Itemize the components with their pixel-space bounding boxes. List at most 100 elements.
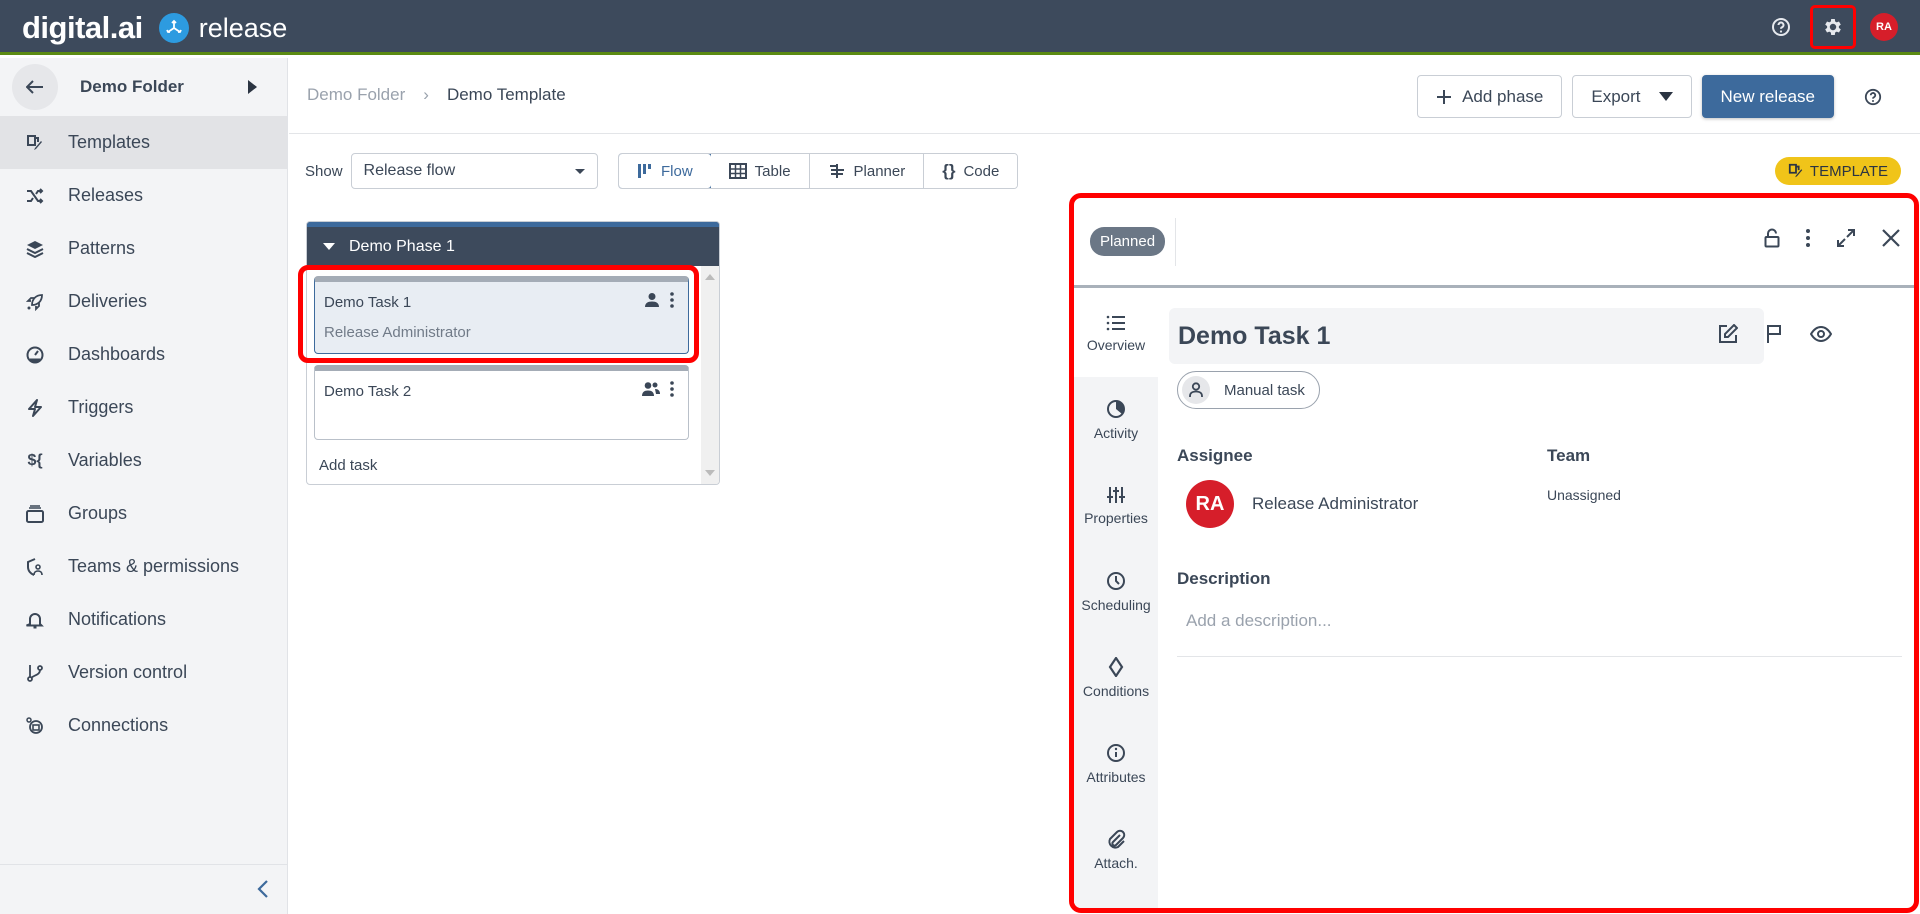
phase-column: Demo Phase 1 Demo Task 1 Release Adminis… bbox=[306, 221, 720, 485]
tab-attachments[interactable]: Attach. bbox=[1074, 807, 1158, 893]
caret-right-icon[interactable] bbox=[248, 80, 257, 94]
tab-scheduling[interactable]: Scheduling bbox=[1074, 549, 1158, 635]
arrow-left-icon bbox=[26, 80, 43, 94]
edit-icon[interactable] bbox=[1718, 324, 1738, 344]
add-task-link[interactable]: Add task bbox=[319, 457, 377, 474]
new-release-label: New release bbox=[1720, 86, 1816, 106]
sidebar-item-label: Teams & permissions bbox=[68, 556, 240, 576]
tab-overview[interactable]: Overview bbox=[1074, 291, 1158, 377]
sidebar-item-connections[interactable]: Connections bbox=[0, 699, 287, 752]
tab-conditions[interactable]: Conditions bbox=[1074, 635, 1158, 721]
flag-icon[interactable] bbox=[1766, 324, 1782, 344]
sidebar-item-templates[interactable]: Templates bbox=[0, 116, 287, 169]
export-button[interactable]: Export bbox=[1572, 75, 1692, 118]
breadcrumb: Demo Folder › Demo Template bbox=[307, 85, 566, 105]
sidebar-item-label: Dashboards bbox=[68, 344, 166, 364]
more-vertical-icon[interactable] bbox=[670, 292, 674, 308]
team-value[interactable]: Unassigned bbox=[1547, 487, 1621, 503]
breadcrumb-current: Demo Template bbox=[446, 85, 566, 104]
sidebar-item-patterns[interactable]: Patterns bbox=[0, 222, 287, 275]
tab-properties[interactable]: Properties bbox=[1074, 463, 1158, 549]
settings-button[interactable] bbox=[1810, 5, 1856, 49]
help-icon[interactable] bbox=[1858, 82, 1888, 112]
more-vertical-icon[interactable] bbox=[1806, 229, 1810, 247]
info-icon bbox=[1107, 744, 1125, 762]
tab-label: Scheduling bbox=[1081, 597, 1151, 613]
tab-label: Attach. bbox=[1094, 855, 1138, 871]
sidebar-item-label: Deliveries bbox=[68, 291, 148, 311]
sidebar-item-groups[interactable]: Groups bbox=[0, 487, 287, 540]
layers-icon bbox=[24, 238, 46, 260]
sidebar-item-dashboards[interactable]: Dashboards bbox=[0, 328, 287, 381]
logo[interactable]: digital.ai release bbox=[22, 10, 287, 46]
users-icon bbox=[642, 382, 660, 396]
paperclip-icon bbox=[1108, 829, 1126, 849]
collapse-triangle-icon[interactable] bbox=[323, 243, 335, 250]
show-select-value: Release flow bbox=[363, 162, 456, 179]
team-label: Team bbox=[1547, 446, 1591, 465]
task-card[interactable]: Demo Task 2 bbox=[314, 365, 689, 440]
header-actions: Add phase Export New release bbox=[1417, 75, 1888, 118]
tab-activity[interactable]: Activity bbox=[1074, 377, 1158, 463]
show-select[interactable]: Release flow bbox=[350, 153, 598, 189]
sidebar-item-notifications[interactable]: Notifications bbox=[0, 593, 287, 646]
plus-icon bbox=[1437, 89, 1452, 104]
new-release-button[interactable]: New release bbox=[1701, 75, 1834, 118]
unlock-icon[interactable] bbox=[1764, 228, 1780, 248]
top-bar: digital.ai release RA bbox=[0, 0, 1920, 55]
product-name: release bbox=[198, 12, 288, 43]
assignee-field[interactable]: RA Release Administrator bbox=[1186, 480, 1418, 528]
templates-icon bbox=[1788, 163, 1803, 178]
sidebar-item-variables[interactable]: ${ Variables bbox=[0, 434, 287, 487]
user-outline-icon bbox=[1182, 376, 1210, 404]
phase-header[interactable]: Demo Phase 1 bbox=[307, 222, 719, 266]
sidebar-item-teams-permissions[interactable]: Teams & permissions bbox=[0, 540, 287, 593]
task-assignee: Release Administrator bbox=[324, 324, 471, 341]
flow-icon bbox=[638, 164, 651, 178]
sidebar-item-deliveries[interactable]: Deliveries bbox=[0, 275, 287, 328]
view-planner-button[interactable]: Planner bbox=[809, 154, 925, 188]
sidebar-item-label: Connections bbox=[68, 715, 169, 735]
collapse-sidebar-button[interactable] bbox=[0, 864, 287, 914]
code-icon: {} bbox=[942, 161, 956, 180]
sidebar-item-version-control[interactable]: Version control bbox=[0, 646, 287, 699]
folder-name[interactable]: Demo Folder bbox=[80, 77, 248, 97]
groups-icon bbox=[24, 503, 46, 525]
bell-icon bbox=[24, 609, 46, 631]
breadcrumb-parent[interactable]: Demo Folder bbox=[307, 85, 405, 105]
eye-icon[interactable] bbox=[1810, 326, 1832, 342]
add-phase-button[interactable]: Add phase bbox=[1417, 75, 1563, 118]
sidebar-item-label: Triggers bbox=[68, 397, 134, 417]
view-table-button[interactable]: Table bbox=[710, 154, 810, 188]
tab-attributes[interactable]: Attributes bbox=[1074, 721, 1158, 807]
tab-label: Properties bbox=[1084, 510, 1148, 526]
sidebar-item-label: Variables bbox=[68, 450, 142, 470]
expand-icon[interactable] bbox=[1836, 228, 1856, 248]
header-divider bbox=[289, 133, 1920, 134]
task-title-field[interactable]: Demo Task 1 bbox=[1169, 308, 1764, 364]
sidebar-item-triggers[interactable]: Triggers bbox=[0, 381, 287, 434]
planner-icon bbox=[829, 164, 844, 178]
caret-down-icon bbox=[1658, 92, 1673, 101]
user-avatar[interactable]: RA bbox=[1870, 13, 1898, 41]
release-logo-icon bbox=[158, 13, 189, 43]
description-input[interactable]: Add a description... bbox=[1177, 609, 1902, 657]
view-flow-button[interactable]: Flow bbox=[619, 154, 712, 188]
branch-icon bbox=[24, 662, 46, 684]
close-icon[interactable] bbox=[1882, 229, 1900, 247]
task-name: Demo Task 2 bbox=[324, 383, 412, 400]
help-circle-icon[interactable] bbox=[1766, 12, 1796, 42]
scroll-up-icon[interactable] bbox=[705, 274, 715, 280]
view-label: Table bbox=[754, 162, 791, 180]
more-vertical-icon[interactable] bbox=[670, 381, 674, 397]
view-code-button[interactable]: {} Code bbox=[924, 154, 1018, 188]
phase-scrollbar[interactable] bbox=[701, 266, 719, 484]
sidebar-item-releases[interactable]: Releases bbox=[0, 169, 287, 222]
scroll-down-icon[interactable] bbox=[705, 470, 715, 476]
task-name: Demo Task 1 bbox=[324, 294, 412, 311]
back-button[interactable] bbox=[12, 64, 58, 110]
task-type-chip[interactable]: Manual task bbox=[1177, 371, 1320, 409]
variables-icon: ${ bbox=[27, 451, 43, 469]
task-card[interactable]: Demo Task 1 Release Administrator bbox=[314, 276, 689, 354]
clock-icon bbox=[1107, 572, 1125, 590]
